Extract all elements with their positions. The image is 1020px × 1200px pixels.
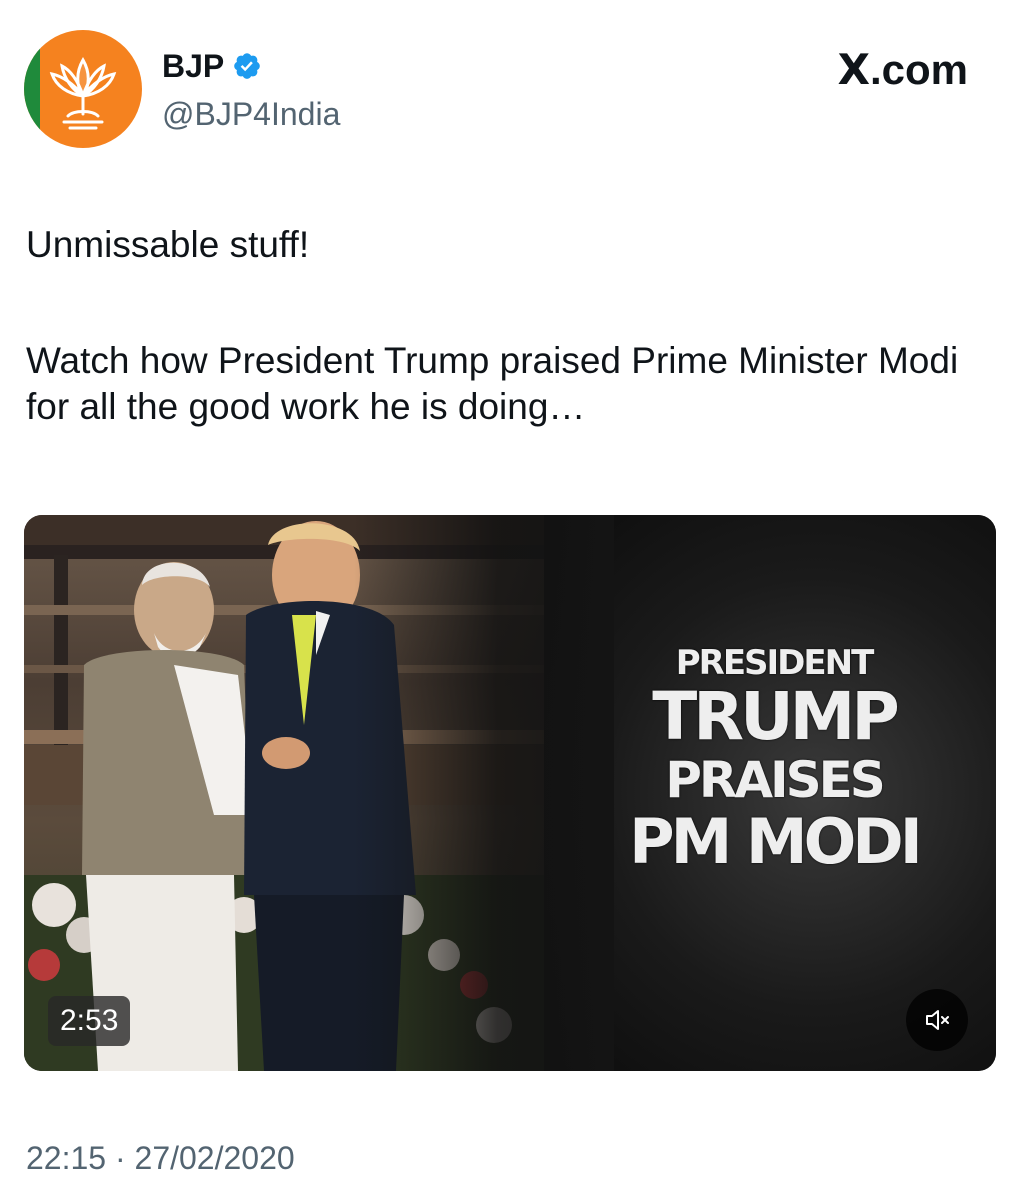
post-text-line: Watch how President Trump praised Prime … — [26, 340, 959, 427]
video-player[interactable]: PRESIDENT TRUMP PRAISES PM MODI 2:53 — [24, 515, 996, 1071]
x-logo-icon: X — [837, 45, 870, 94]
author-name[interactable]: BJP — [162, 48, 224, 84]
headline-line: PM MODI — [629, 805, 923, 878]
lotus-icon — [49, 57, 117, 130]
author-handle[interactable]: @BJP4India — [162, 95, 340, 133]
headline-line: TRUMP — [652, 678, 899, 755]
post-text: Unmissable stuff! Watch how President Tr… — [26, 222, 986, 430]
video-headline: PRESIDENT TRUMP PRAISES PM MODI — [584, 643, 964, 875]
post-text-line: Unmissable stuff! — [26, 224, 310, 265]
video-frame-fade — [354, 515, 614, 1071]
speaker-muted-icon — [926, 1010, 949, 1030]
headline-line: PRAISES — [665, 751, 886, 809]
x-brand-logo: X.com — [838, 46, 968, 94]
headline-line: PRESIDENT — [675, 643, 875, 683]
mute-button[interactable] — [906, 989, 968, 1051]
avatar[interactable] — [24, 30, 142, 148]
verified-badge-icon — [234, 53, 261, 79]
post-timestamp[interactable]: 22:15 · 27/02/2020 — [26, 1138, 295, 1178]
x-logo-domain: .com — [869, 46, 968, 93]
video-duration-badge: 2:53 — [48, 996, 131, 1046]
